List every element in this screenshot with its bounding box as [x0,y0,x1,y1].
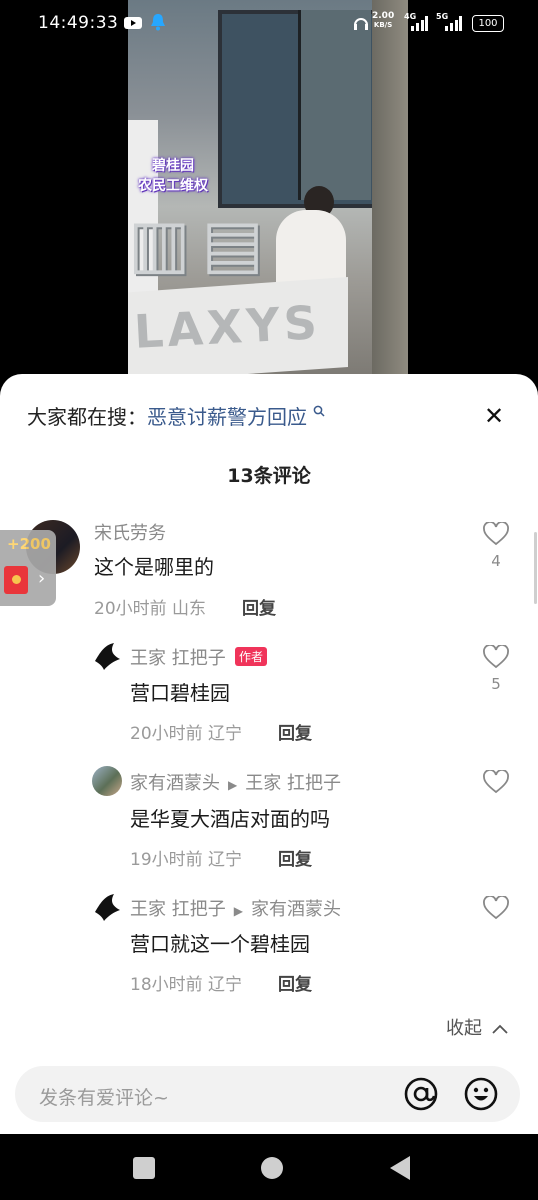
search-icon [314,405,325,417]
heart-icon[interactable] [483,896,509,920]
red-packet-amount: +200 [7,535,51,553]
collapse-label: 收起 [446,1018,482,1039]
comment-user-line: 王家 扛把子 ▶ 家有酒蒙头 [130,895,341,921]
reply-button[interactable]: 回复 [278,845,312,870]
comment-meta: 20小时前 山东 [94,594,206,619]
comment-location: 山东 [172,599,207,619]
heart-icon[interactable] [483,522,509,546]
avatar[interactable] [92,766,122,796]
comment-location: 辽宁 [208,850,243,870]
video-sign-characters: ▥ ▤ [128,205,264,282]
red-envelope-icon [4,566,28,594]
status-bar: 14:49:33 2.00 KB/S 4G 5G 100 [0,0,538,48]
author-badge: 作者 [235,647,268,666]
like-count: 4 [491,552,501,570]
notification-bell-icon [151,14,165,31]
comment-user[interactable]: 王家 扛把子 [130,899,226,920]
comment-user[interactable]: 家有酒蒙头 [130,773,220,794]
comment-user[interactable]: 宋氏劳务 [94,519,166,545]
trending-search-prefix: 大家都在搜： [27,405,147,429]
comment-text[interactable]: 营口就这一个碧桂园 [130,928,310,957]
video-caption-line2: 农民工维权 [138,178,208,194]
video-caption: 碧桂园 农民工维权 [138,156,208,196]
recent-apps-icon[interactable] [133,1157,155,1179]
comment-count: 13条评论 [227,465,311,487]
emoji-icon[interactable] [463,1076,499,1112]
network-speed: 2.00 KB/S [372,12,394,30]
scrollbar[interactable] [534,532,537,604]
red-packet-widget[interactable]: +200 › [0,530,56,606]
video-caption-line1: 碧桂园 [152,158,194,174]
video-pillar [372,0,408,376]
comment-time: 20小时前 [130,724,203,744]
headphone-icon [354,18,368,30]
video-sign-text: LAXYS [132,295,323,359]
comment-input-placeholder[interactable]: 发条有爱评论~ [39,1083,169,1110]
signal-icon-1 [411,16,428,31]
comment-time: 20小时前 [94,599,167,619]
comment-text[interactable]: 是华夏大酒店对面的吗 [130,803,330,832]
home-icon[interactable] [261,1157,283,1179]
comment-user-line: 家有酒蒙头 ▶ 王家 扛把子 [130,769,341,795]
heart-icon[interactable] [483,645,509,669]
reply-arrow-icon: ▶ [233,904,243,918]
trending-search-keyword[interactable]: 恶意讨薪警方回应 [147,405,307,429]
video-app-icon [124,17,142,29]
network-speed-unit: KB/S [373,21,393,29]
comment-meta: 20小时前 辽宁 [130,719,242,744]
back-icon[interactable] [388,1155,412,1181]
video-player[interactable]: ▥ ▤ LAXYS 碧桂园 农民工维权 [128,0,408,376]
reply-button[interactable]: 回复 [278,719,312,744]
avatar[interactable] [92,641,122,671]
comment-text[interactable]: 这个是哪里的 [94,551,214,580]
avatar[interactable] [92,892,122,922]
signal-icon-2 [445,16,462,31]
mention-icon[interactable] [403,1076,439,1112]
comment-time: 18小时前 [130,975,203,995]
comment-meta: 19小时前 辽宁 [130,845,242,870]
comment-location: 辽宁 [208,724,243,744]
reply-to-user[interactable]: 家有酒蒙头 [251,899,341,920]
chevron-right-icon: › [38,568,46,589]
reply-button[interactable]: 回复 [278,970,312,995]
reply-to-user[interactable]: 王家 扛把子 [245,773,341,794]
network-speed-value: 2.00 [372,11,395,21]
reply-arrow-icon: ▶ [228,778,238,792]
like-count: 5 [491,675,501,693]
comment-meta: 18小时前 辽宁 [130,970,242,995]
battery-icon: 100 [472,15,504,32]
close-icon[interactable]: ✕ [484,402,504,430]
reply-button[interactable]: 回复 [242,594,276,619]
comment-input-bar[interactable]: 发条有爱评论~ [15,1066,520,1122]
comment-location: 辽宁 [208,975,243,995]
comment-text[interactable]: 营口碧桂园 [130,677,230,706]
trending-search[interactable]: 大家都在搜：恶意讨薪警方回应 [27,401,325,430]
collapse-replies-button[interactable]: 收起 [446,1014,508,1040]
status-time: 14:49:33 [38,13,119,33]
comment-time: 19小时前 [130,850,203,870]
comment-user[interactable]: 王家 扛把子 [130,644,226,670]
heart-icon[interactable] [483,770,509,794]
chevron-up-icon [492,1024,508,1034]
